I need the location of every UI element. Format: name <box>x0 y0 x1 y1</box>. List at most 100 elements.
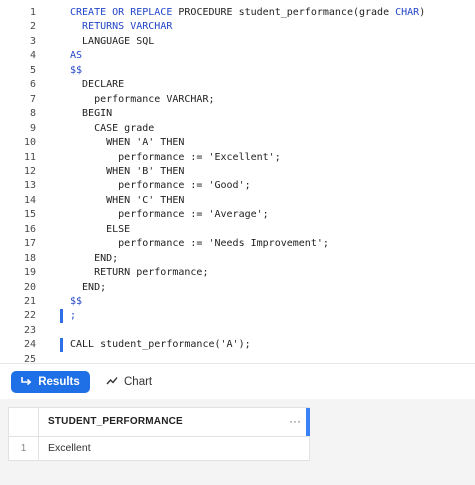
line-number: 1 <box>29 7 36 18</box>
code-line[interactable]: 6 DECLARE <box>0 78 475 92</box>
code-keyword: $$ <box>70 64 83 76</box>
code-text: ; <box>70 309 76 323</box>
code-token: RETURN performance; <box>70 267 209 279</box>
results-panel: STUDENT_PERFORMANCE ··· 1 Excellent <box>0 399 475 485</box>
code-token: WHEN 'B' THEN <box>70 165 185 177</box>
code-line[interactable]: 13 performance := 'Good'; <box>0 179 475 193</box>
code-text: DECLARE <box>70 78 124 92</box>
code-keyword: $$ <box>70 296 83 307</box>
cell-student-performance[interactable]: Excellent <box>48 437 91 460</box>
code-line[interactable]: 18 END; <box>0 252 475 266</box>
code-line[interactable]: 19 RETURN performance; <box>0 266 475 280</box>
line-number: 24 <box>23 339 36 351</box>
code-line[interactable]: 16 ELSE <box>0 223 475 237</box>
code-text: performance VARCHAR; <box>70 93 215 107</box>
line-number: 20 <box>23 281 36 293</box>
code-line[interactable]: 1 CREATE OR REPLACE PROCEDURE student_per… <box>0 6 475 20</box>
code-text: END; <box>70 252 118 266</box>
code-line[interactable]: 8 BEGIN <box>0 107 475 121</box>
code-token: PROCEDURE student_performance(grade <box>172 7 396 18</box>
line-number: 5 <box>29 64 36 76</box>
line-number: 13 <box>23 180 36 192</box>
code-line[interactable]: 24 CALL student_performance('A'); <box>0 338 475 353</box>
enter-arrow-icon <box>21 376 32 389</box>
line-number: 8 <box>29 108 36 120</box>
line-number: 21 <box>23 296 36 307</box>
results-tab-label: Results <box>38 376 80 388</box>
code-line[interactable]: 12 WHEN 'B' THEN <box>0 165 475 179</box>
code-line[interactable]: 23 <box>0 324 475 338</box>
code-keyword: AS <box>70 50 83 62</box>
code-line[interactable]: 15 performance := 'Average'; <box>0 208 475 222</box>
line-number: 15 <box>23 209 36 221</box>
line-chart-icon <box>106 376 118 389</box>
line-number: 11 <box>23 151 36 163</box>
code-text: WHEN 'A' THEN <box>70 136 184 150</box>
chart-tab-label: Chart <box>124 376 153 388</box>
row-number: 1 <box>9 437 39 460</box>
code-line[interactable]: 14 WHEN 'C' THEN <box>0 194 475 208</box>
code-text: BEGIN <box>70 107 112 121</box>
code-text: $$ <box>70 295 82 309</box>
line-number: 23 <box>23 324 36 336</box>
code-token: performance := 'Excellent'; <box>70 151 281 163</box>
code-token: performance := 'Average'; <box>70 209 269 221</box>
code-line[interactable]: 4 AS <box>0 49 475 63</box>
code-line[interactable]: 21 $$ <box>0 295 475 309</box>
column-menu-icon[interactable]: ··· <box>289 408 301 436</box>
code-text: performance := 'Excellent'; <box>70 151 281 165</box>
code-line[interactable]: 5 $$ <box>0 64 475 78</box>
code-text: RETURN performance; <box>70 266 208 280</box>
results-table: STUDENT_PERFORMANCE ··· 1 Excellent <box>8 407 310 461</box>
chart-tab-button[interactable]: Chart <box>106 371 152 393</box>
code-token: WHEN 'A' THEN <box>70 137 185 149</box>
code-text: CREATE OR REPLACE PROCEDURE student_perf… <box>70 6 425 20</box>
result-tabs: Results Chart <box>0 364 475 399</box>
code-text: $$ <box>70 64 82 78</box>
code-text: ELSE <box>70 223 130 237</box>
code-line[interactable]: 2 RETURNS VARCHAR <box>0 20 475 34</box>
code-line[interactable]: 22; <box>0 309 475 324</box>
line-number: 12 <box>23 165 36 177</box>
code-text: END; <box>70 281 106 295</box>
code-token: CASE grade <box>70 122 155 134</box>
code-token: LANGUAGE SQL <box>70 35 155 47</box>
line-number: 22 <box>23 310 36 322</box>
results-tab-button[interactable]: Results <box>11 371 90 393</box>
line-number: 10 <box>23 137 36 149</box>
code-line[interactable]: 3 LANGUAGE SQL <box>0 35 475 49</box>
code-text: performance := 'Average'; <box>70 208 269 222</box>
column-selected-indicator <box>306 408 310 436</box>
code-line[interactable]: 10 WHEN 'A' THEN <box>0 136 475 150</box>
code-keyword: CREATE OR REPLACE <box>70 7 173 18</box>
line-number: 16 <box>23 223 36 235</box>
line-number: 3 <box>29 35 36 47</box>
line-number: 2 <box>29 21 36 33</box>
line-number: 18 <box>23 252 36 264</box>
code-token: performance := 'Good'; <box>70 180 251 192</box>
code-text: AS <box>70 49 82 63</box>
table-row[interactable]: 1 Excellent <box>9 437 309 460</box>
code-line[interactable]: 11 performance := 'Excellent'; <box>0 151 475 165</box>
code-text: CASE grade <box>70 122 154 136</box>
line-number: 9 <box>29 122 36 134</box>
code-line[interactable]: 20 END; <box>0 281 475 295</box>
code-token: CALL student_performance('A'); <box>70 339 251 351</box>
table-header: STUDENT_PERFORMANCE ··· <box>9 408 310 437</box>
code-text: performance := 'Needs Improvement'; <box>70 237 329 251</box>
code-keyword: CHAR <box>395 7 420 18</box>
code-text: CALL student_performance('A'); <box>70 338 251 352</box>
column-header-student-performance[interactable]: STUDENT_PERFORMANCE <box>48 408 183 436</box>
code-keyword: RETURNS VARCHAR <box>82 21 173 33</box>
code-token: performance VARCHAR; <box>70 93 215 105</box>
code-line[interactable]: 7 performance VARCHAR; <box>0 93 475 107</box>
active-statement-marker <box>60 309 63 324</box>
sql-editor[interactable]: 1 CREATE OR REPLACE PROCEDURE student_per… <box>0 0 475 365</box>
code-line[interactable]: 9 CASE grade <box>0 122 475 136</box>
code-text: performance := 'Good'; <box>70 179 251 193</box>
line-number: 6 <box>29 79 36 91</box>
line-number: 19 <box>23 267 36 279</box>
code-line[interactable]: 17 performance := 'Needs Improvement'; <box>0 237 475 251</box>
row-number-header <box>9 408 39 436</box>
